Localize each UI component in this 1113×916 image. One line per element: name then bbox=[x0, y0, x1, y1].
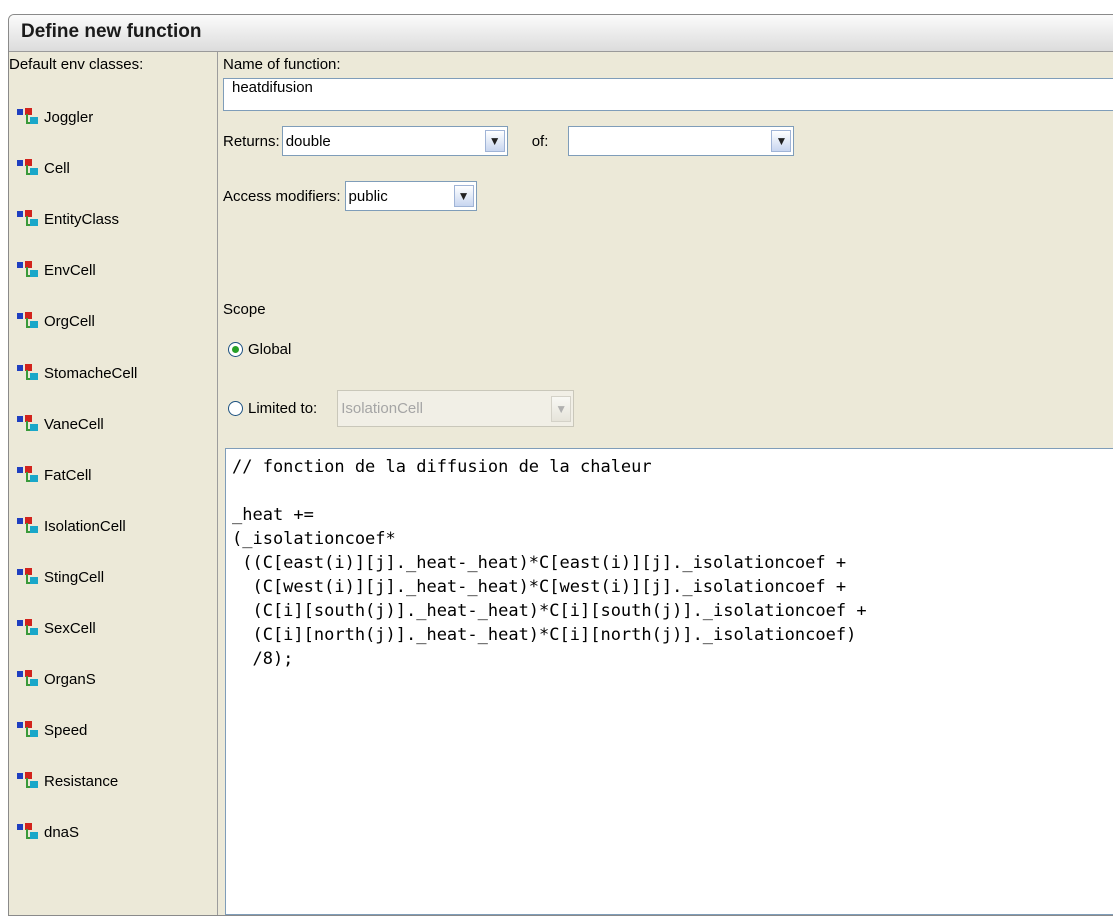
class-icon bbox=[17, 364, 39, 382]
sidebar-item-resistance[interactable]: Resistance bbox=[9, 756, 215, 806]
access-modifiers-label: Access modifiers: bbox=[223, 187, 341, 205]
env-classes-sidebar: Default env classes: Joggler Cell EntityCl… bbox=[9, 52, 218, 915]
sidebar-header: Default env classes: bbox=[9, 56, 144, 73]
sidebar-item-label: Resistance bbox=[44, 772, 119, 790]
class-icon bbox=[17, 721, 39, 739]
access-modifiers-select[interactable]: public ▼ bbox=[344, 181, 477, 211]
sidebar-item-dnas[interactable]: dnaS bbox=[9, 807, 215, 857]
sidebar-item-orgcell[interactable]: OrgCell bbox=[9, 296, 215, 346]
sidebar-item-vanecell[interactable]: VaneCell bbox=[9, 399, 215, 449]
class-icon bbox=[17, 772, 39, 790]
returns-value: double bbox=[285, 132, 331, 150]
chevron-down-icon[interactable]: ▼ bbox=[551, 395, 572, 422]
sidebar-item-stingcell[interactable]: StingCell bbox=[9, 552, 215, 602]
returns-select[interactable]: double ▼ bbox=[281, 126, 508, 156]
function-body-editor[interactable]: // fonction de la diffusion de la chaleu… bbox=[225, 448, 1113, 915]
class-icon bbox=[17, 823, 39, 841]
scope-limited-radio[interactable] bbox=[228, 401, 243, 416]
class-icon bbox=[17, 210, 39, 228]
sidebar-item-stomachecell[interactable]: StomacheCell bbox=[9, 348, 215, 398]
sidebar-item-label: OrgCell bbox=[44, 312, 95, 330]
of-select[interactable]: ▼ bbox=[568, 126, 795, 156]
sidebar-item-sexcell[interactable]: SexCell bbox=[9, 603, 215, 653]
class-icon bbox=[17, 415, 39, 433]
sidebar-item-label: Cell bbox=[44, 159, 70, 177]
sidebar-item-fatcell[interactable]: FatCell bbox=[9, 450, 215, 500]
sidebar-item-label: StomacheCell bbox=[44, 364, 138, 382]
title-bar: Define new function bbox=[9, 15, 1113, 52]
scope-global-label: Global bbox=[248, 341, 292, 358]
class-icon bbox=[17, 312, 39, 330]
scope-label: Scope bbox=[223, 301, 266, 318]
class-icon bbox=[17, 466, 39, 484]
sidebar-item-label: IsolationCell bbox=[44, 517, 126, 535]
sidebar-item-label: dnaS bbox=[44, 823, 80, 841]
chevron-down-icon[interactable]: ▼ bbox=[453, 185, 474, 207]
sidebar-item-joggler[interactable]: Joggler bbox=[9, 92, 215, 142]
window-title: Define new function bbox=[21, 21, 202, 42]
sidebar-item-speed[interactable]: Speed bbox=[9, 705, 215, 755]
scope-limited-select[interactable]: IsolationCell ▼ bbox=[337, 390, 575, 427]
sidebar-item-entityclass[interactable]: EntityClass bbox=[9, 194, 215, 244]
sidebar-item-label: EnvCell bbox=[44, 261, 96, 279]
function-name-label: Name of function: bbox=[223, 56, 341, 73]
chevron-down-icon[interactable]: ▼ bbox=[771, 130, 792, 152]
sidebar-item-cell[interactable]: Cell bbox=[9, 143, 215, 193]
class-icon bbox=[17, 619, 39, 637]
sidebar-item-label: Joggler bbox=[44, 108, 94, 126]
access-modifiers-value: public bbox=[348, 187, 388, 205]
class-icon bbox=[17, 261, 39, 279]
function-name-input[interactable]: heatdifusion bbox=[223, 78, 1113, 111]
sidebar-item-label: FatCell bbox=[44, 466, 92, 484]
class-icon bbox=[17, 517, 39, 535]
sidebar-item-organs[interactable]: OrganS bbox=[9, 654, 215, 704]
scope-limited-value: IsolationCell bbox=[341, 400, 423, 417]
sidebar-item-isolationcell[interactable]: IsolationCell bbox=[9, 501, 215, 551]
scope-global-radio[interactable] bbox=[228, 342, 243, 357]
returns-row: Returns: double ▼ of: ▼ bbox=[223, 121, 795, 161]
returns-label: Returns: bbox=[223, 132, 280, 150]
of-label: of: bbox=[531, 132, 549, 150]
chevron-down-icon[interactable]: ▼ bbox=[484, 130, 505, 152]
class-icon bbox=[17, 568, 39, 586]
define-function-window: Define new function Default env classes:… bbox=[8, 14, 1113, 916]
class-icon bbox=[17, 159, 39, 177]
function-form: Name of function: heatdifusion Returns: … bbox=[220, 52, 1113, 915]
sidebar-item-label: VaneCell bbox=[44, 415, 104, 433]
sidebar-item-label: OrganS bbox=[44, 670, 96, 688]
access-row: Access modifiers: public ▼ bbox=[223, 176, 477, 216]
sidebar-item-label: StingCell bbox=[44, 568, 105, 586]
scope-limited-option[interactable]: Limited to: IsolationCell ▼ bbox=[228, 390, 575, 427]
sidebar-item-label: Speed bbox=[44, 721, 88, 739]
class-icon bbox=[17, 670, 39, 688]
sidebar-item-label: SexCell bbox=[44, 619, 96, 637]
scope-global-option[interactable]: Global bbox=[228, 341, 291, 358]
class-icon bbox=[17, 108, 39, 126]
scope-limited-label: Limited to: bbox=[248, 400, 318, 417]
sidebar-item-envcell[interactable]: EnvCell bbox=[9, 245, 215, 295]
sidebar-item-label: EntityClass bbox=[44, 210, 120, 228]
